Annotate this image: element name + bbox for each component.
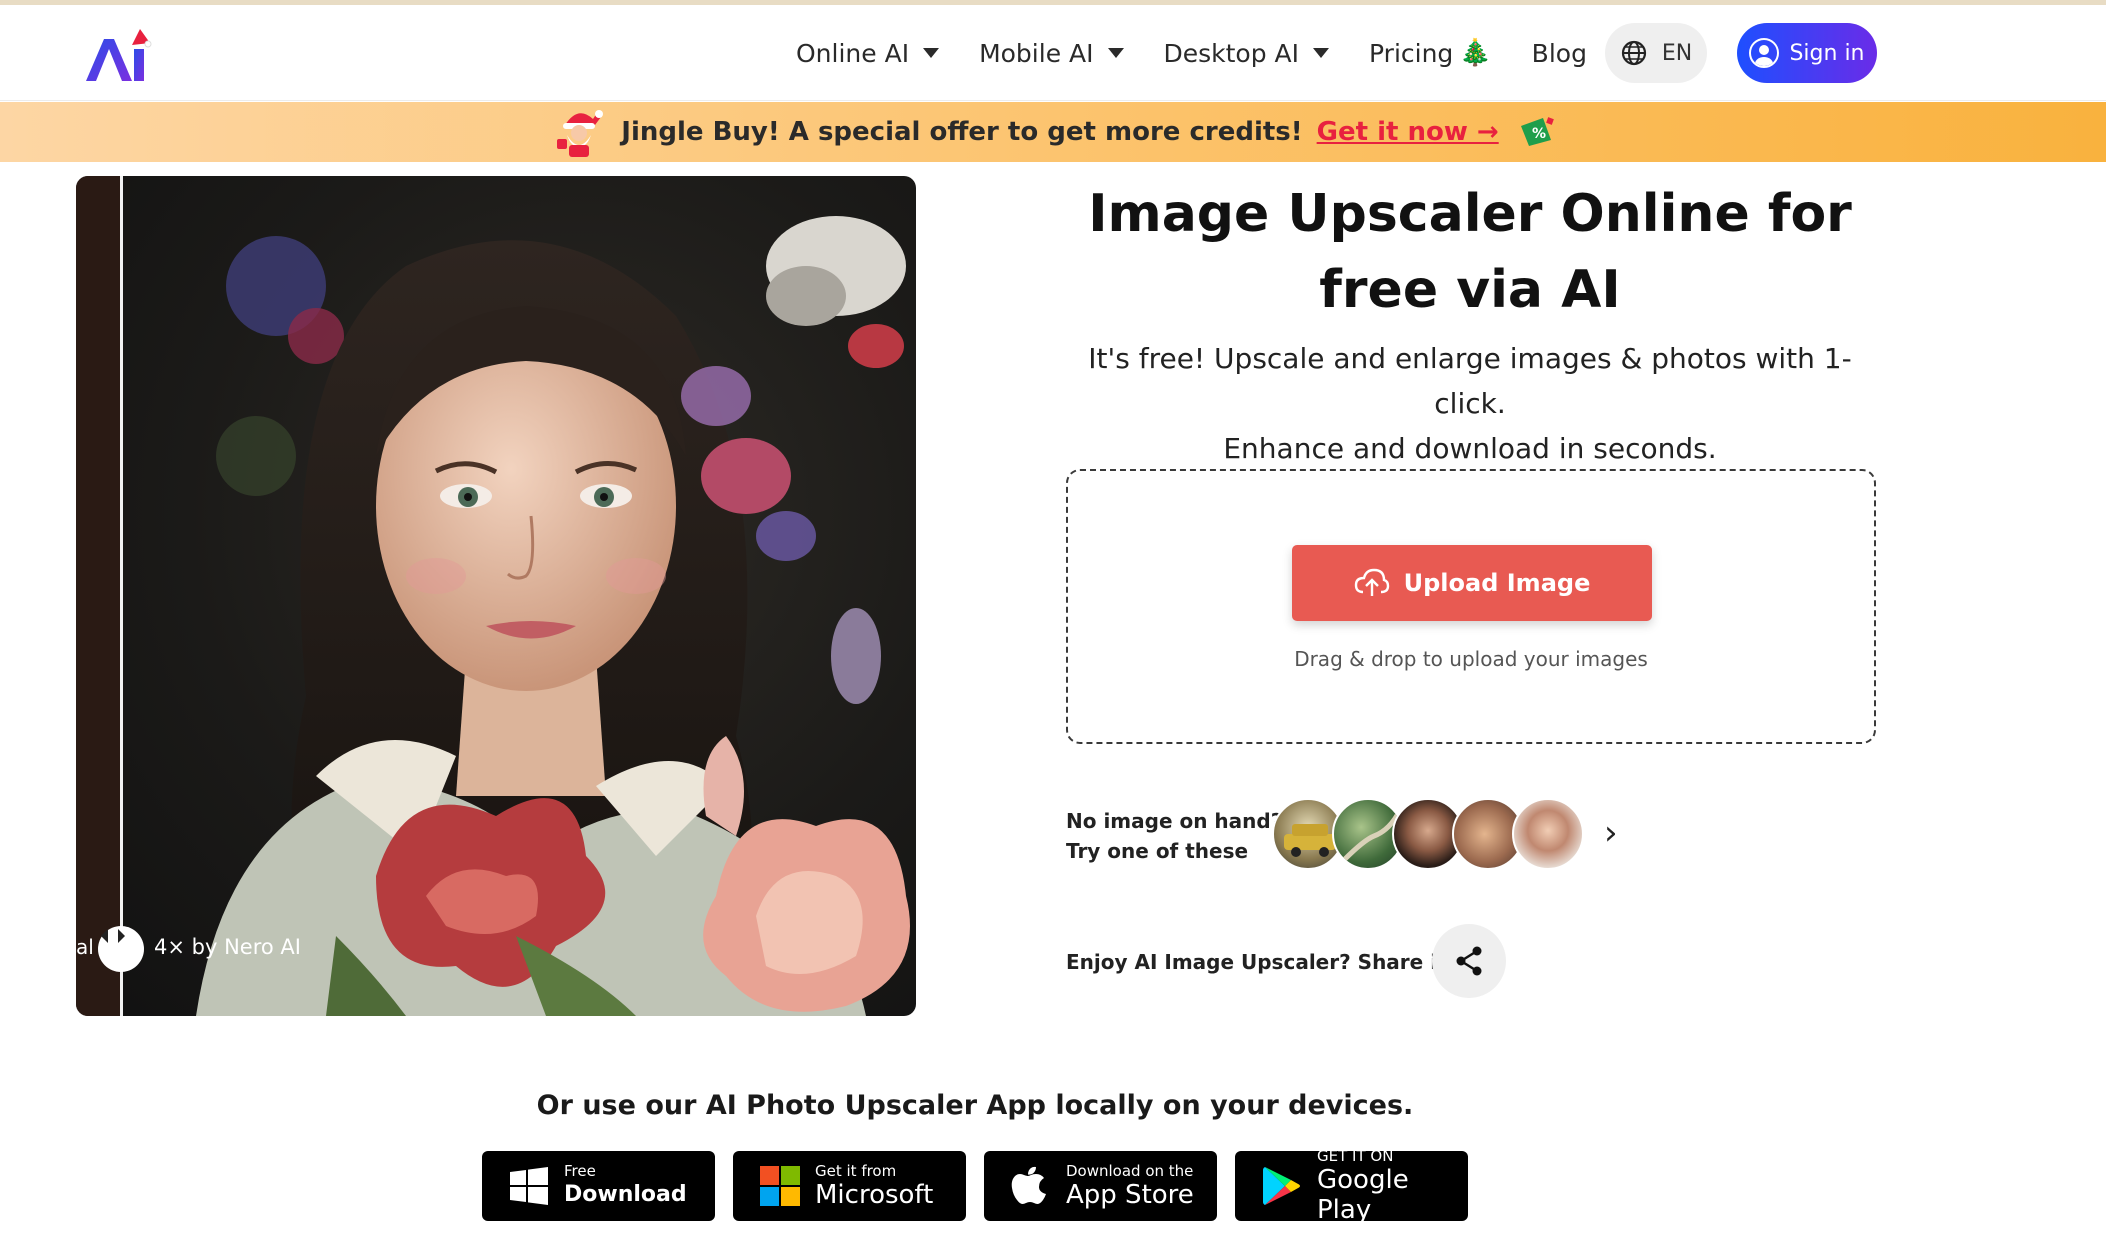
windows-badge-small: Free: [564, 1161, 596, 1180]
chevron-down-icon: [1107, 48, 1124, 58]
subtitle-line-2: Enhance and download in seconds.: [1223, 432, 1717, 465]
promo-text: Jingle Buy! A special offer to get more …: [621, 117, 1303, 147]
windows-badge-big: Download: [564, 1181, 687, 1207]
sample-prompt-line-1: No image on hand?: [1066, 809, 1283, 833]
comparison-divider[interactable]: [120, 176, 123, 1016]
sample-woman-thumbnail[interactable]: [1512, 798, 1584, 870]
share-icon: [1456, 946, 1482, 976]
chevron-right-icon[interactable]: ›: [1604, 816, 1618, 850]
app-store-badge-text: Download on the App Store: [1066, 1161, 1194, 1210]
drop-hint: Drag & drop to upload your images: [1294, 647, 1648, 671]
upload-image-button[interactable]: Upload Image: [1292, 545, 1652, 621]
sample-images-prompt: No image on hand? Try one of these: [1066, 806, 1282, 866]
cloud-upload-icon: [1354, 568, 1389, 596]
google-play-badge[interactable]: GET IT ON Google Play: [1235, 1147, 1468, 1225]
nav-online-ai-label: Online AI: [796, 38, 910, 68]
original-image-side: [76, 176, 120, 1016]
language-label: EN: [1661, 40, 1693, 66]
drag-arrows-icon: [101, 929, 125, 943]
microsoft-store-badge[interactable]: Get it from Microsoft: [733, 1151, 966, 1221]
page-subtitle: It's free! Upscale and enlarge images & …: [1060, 336, 1880, 471]
sample-prompt-line-2: Try one of these: [1066, 839, 1249, 863]
nav-desktop-ai-label: Desktop AI: [1163, 38, 1300, 68]
google-play-icon: [1263, 1167, 1300, 1205]
upload-image-label: Upload Image: [1403, 569, 1591, 597]
subtitle-line-1: It's free! Upscale and enlarge images & …: [1088, 342, 1852, 420]
upscaled-label: 4× by Nero AI: [154, 935, 301, 959]
header: Online AI Mobile AI Desktop AI Pricing 🎄…: [0, 5, 2106, 101]
main-nav: Online AI Mobile AI Desktop AI Pricing 🎄…: [796, 5, 1627, 101]
discount-ticket-icon: %: [1520, 117, 1554, 146]
google-play-badge-text: GET IT ON Google Play: [1317, 1146, 1468, 1225]
promo-link[interactable]: Get it now →: [1317, 117, 1499, 147]
windows-icon: [510, 1167, 548, 1205]
app-store-badge-small: Download on the: [1066, 1161, 1194, 1180]
app-store-badge-big: App Store: [1066, 1179, 1194, 1210]
language-selector[interactable]: EN: [1605, 23, 1707, 83]
microsoft-badge-small: Get it from: [815, 1161, 897, 1180]
apple-icon: [1011, 1166, 1046, 1204]
nav-mobile-ai[interactable]: Mobile AI: [979, 38, 1124, 68]
share-button[interactable]: [1432, 924, 1506, 998]
promo-banner: Jingle Buy! A special offer to get more …: [0, 102, 2106, 162]
portrait-artwork: [196, 216, 910, 1016]
original-label: al: [76, 935, 94, 959]
google-play-badge-small: GET IT ON: [1317, 1146, 1394, 1165]
christmas-tree-icon: 🎄: [1459, 38, 1492, 68]
microsoft-badge-big: Microsoft: [815, 1179, 934, 1210]
chevron-down-icon: [923, 48, 940, 58]
page-title: Image Upscaler Online for free via AI: [1088, 184, 1852, 320]
windows-badge-text: Free Download: [564, 1161, 687, 1210]
app-store-badge[interactable]: Download on the App Store: [984, 1151, 1217, 1221]
share-prompt: Enjoy AI Image Upscaler? Share it!: [1066, 950, 1456, 974]
nav-online-ai[interactable]: Online AI: [796, 38, 940, 68]
devices-heading: Or use our AI Photo Upscaler App locally…: [0, 1090, 1950, 1121]
sign-in-label: Sign in: [1789, 40, 1865, 66]
santa-icon: [557, 110, 604, 157]
svg-text:%: %: [1532, 126, 1546, 142]
page: Online AI Mobile AI Desktop AI Pricing 🎄…: [0, 0, 2106, 1254]
nav-blog[interactable]: Blog: [1532, 39, 1587, 68]
sign-in-button[interactable]: Sign in: [1737, 23, 1877, 83]
user-icon: [1749, 38, 1780, 68]
nav-mobile-ai-label: Mobile AI: [979, 38, 1094, 68]
nav-pricing[interactable]: Pricing 🎄: [1369, 39, 1492, 68]
upload-dropzone[interactable]: Upload Image Drag & drop to upload your …: [1066, 469, 1876, 744]
microsoft-badge-text: Get it from Microsoft: [815, 1161, 934, 1210]
store-badges: Free Download Get it from Microsoft Down…: [482, 1147, 1468, 1225]
nav-blog-label: Blog: [1531, 38, 1587, 68]
microsoft-icon: [760, 1166, 800, 1206]
nav-pricing-label: Pricing: [1369, 38, 1454, 68]
windows-download-badge[interactable]: Free Download: [482, 1151, 715, 1221]
google-play-badge-big: Google Play: [1317, 1164, 1409, 1225]
nav-desktop-ai[interactable]: Desktop AI: [1164, 39, 1330, 68]
comparison-slider-handle[interactable]: [98, 926, 144, 972]
devices-heading-text: Or use our AI Photo Upscaler App locally…: [536, 1090, 1414, 1121]
chevron-down-icon: [1313, 48, 1330, 58]
before-after-comparison[interactable]: al 4× by Nero AI: [76, 176, 916, 1016]
nero-ai-logo[interactable]: [82, 27, 152, 85]
globe-icon: [1621, 40, 1646, 66]
